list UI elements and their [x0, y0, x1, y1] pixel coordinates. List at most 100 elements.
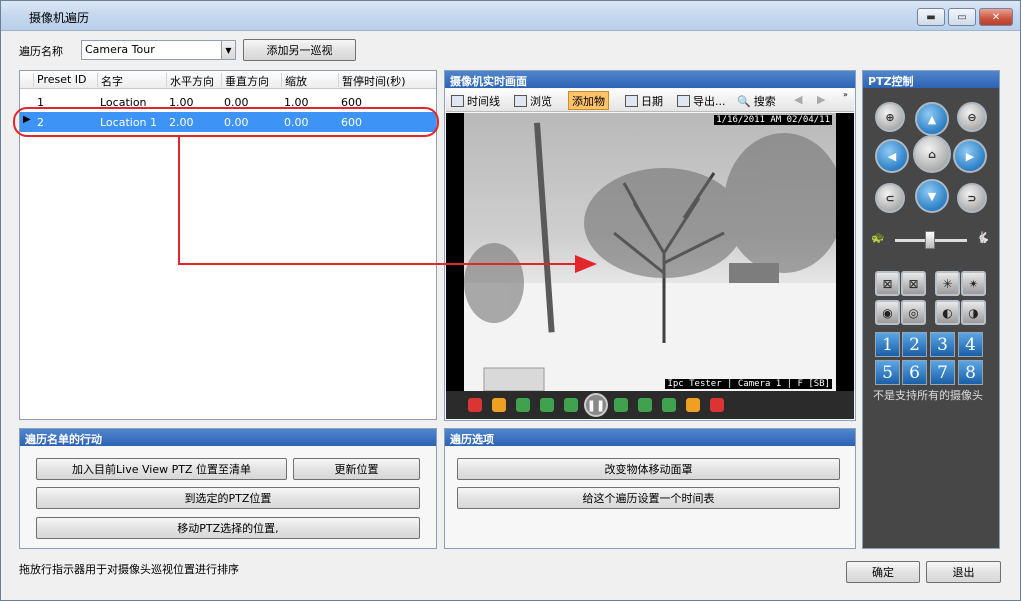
prev-bookmark-icon[interactable] — [492, 398, 506, 412]
calendar-icon — [625, 95, 638, 107]
turtle-slow-icon: 🐢 — [871, 231, 885, 244]
step-back-icon[interactable] — [564, 398, 578, 412]
window-title: 摄像机遍历 — [29, 11, 90, 25]
minimize-button[interactable]: ▬ — [917, 8, 945, 26]
tour-name-label: 遍历名称 — [19, 45, 63, 58]
focus-near-icon[interactable]: ⊠ — [875, 271, 900, 296]
chevron-down-icon[interactable]: ▼ — [221, 41, 235, 59]
tree-silhouette-icon — [464, 122, 844, 392]
tour-name-select[interactable]: Camera Tour ▼ — [81, 40, 236, 60]
zoom-in-icon[interactable]: ⊕ — [875, 102, 905, 132]
exit-button[interactable]: 退出 — [926, 561, 1001, 583]
browse-icon — [514, 95, 527, 107]
add-object-button[interactable]: 添加物 — [568, 91, 609, 110]
col-pause[interactable]: 暂停时间(秒) — [338, 73, 406, 88]
home-icon[interactable]: ⌂ — [913, 135, 951, 173]
brightness-up-icon[interactable]: ◐ — [935, 300, 960, 325]
camera-video[interactable]: 1/16/2011 AM 02/04/11 Ipc Tester | Camer… — [446, 113, 854, 392]
date-label: 日期 — [641, 95, 663, 108]
browse-label: 浏览 — [530, 95, 552, 108]
preset-4-button[interactable]: 4 — [958, 332, 983, 357]
arrow-down-icon[interactable]: ▼ — [915, 179, 949, 213]
ptz-panel: PTZ控制 ⊕ ▲ ⊖ ◀ ⌂ ▶ ⊂ ▼ ⊃ 🐢 🐇 ⊠ ⊠ ✳ ✴ ◉ ◎ … — [862, 70, 1000, 549]
goto-ptz-position-button[interactable]: 到选定的PTZ位置 — [36, 487, 420, 509]
timeline-icon — [451, 95, 464, 107]
add-tour-button[interactable]: 添加另一巡视 — [243, 39, 356, 61]
lock-icon[interactable]: ⊃ — [957, 183, 987, 213]
zoom-out-icon[interactable]: ⊖ — [957, 102, 987, 132]
ptz-note: 不是支持所有的摄像头 — [873, 389, 983, 402]
drag-hint-text: 拖放行指示器用于对摄像头巡视位置进行排序 — [19, 563, 239, 576]
move-ptz-position-button[interactable]: 移动PTZ选择的位置, — [36, 517, 420, 539]
tour-name-value: Camera Tour — [85, 43, 155, 56]
arrow-right-icon[interactable]: ▶ — [953, 139, 987, 173]
motion-mask-button[interactable]: 改变物体移动面罩 — [457, 458, 840, 480]
timeline-label: 时间线 — [467, 95, 500, 108]
search-button[interactable]: 🔍 搜索 — [737, 93, 776, 109]
maximize-button[interactable]: ▭ — [948, 8, 976, 26]
video-camera-label: Ipc Tester | Camera 1 | F [SB] — [665, 379, 832, 389]
preset-1-button[interactable]: 1 — [875, 332, 900, 357]
ok-button[interactable]: 确定 — [846, 561, 920, 583]
skip-back-icon[interactable] — [516, 398, 530, 412]
autofocus-icon[interactable]: ◉ — [875, 300, 900, 325]
search-label: 搜索 — [753, 95, 776, 108]
forward-arrow-icon[interactable]: ▶ — [817, 93, 825, 106]
preset-7-button[interactable]: 7 — [930, 360, 955, 385]
preset-5-button[interactable]: 5 — [875, 360, 900, 385]
arrow-left-icon[interactable]: ◀ — [875, 139, 909, 173]
tour-actions-title: 遍历名单的行动 — [20, 429, 436, 446]
col-zoom[interactable]: 缩放 — [281, 73, 307, 88]
preset-2-button[interactable]: 2 — [902, 332, 927, 357]
focus-far-icon[interactable]: ⊠ — [901, 271, 926, 296]
brightness-down-icon[interactable]: ◑ — [961, 300, 986, 325]
focus-icon[interactable]: ◎ — [901, 300, 926, 325]
preset-8-button[interactable]: 8 — [958, 360, 983, 385]
highlight-annotation — [13, 107, 439, 137]
live-view-title: 摄像机实时画面 — [445, 71, 855, 88]
close-button[interactable]: ✕ — [979, 8, 1013, 26]
speed-slider-handle[interactable] — [925, 231, 935, 249]
arrow-up-icon[interactable]: ▲ — [915, 102, 949, 136]
lock-open-icon[interactable]: ⊂ — [875, 183, 905, 213]
live-icon[interactable] — [710, 398, 724, 412]
export-label: 导出... — [693, 95, 726, 108]
date-button[interactable]: 日期 — [625, 93, 663, 109]
stop-icon[interactable] — [468, 398, 482, 412]
rewind-icon[interactable] — [540, 398, 554, 412]
update-position-button[interactable]: 更新位置 — [293, 458, 420, 480]
iris-close-icon[interactable]: ✴ — [961, 271, 986, 296]
step-forward-icon[interactable] — [614, 398, 628, 412]
back-arrow-icon[interactable]: ◀ — [794, 93, 802, 106]
search-icon: 🔍 — [737, 94, 751, 108]
next-bookmark-icon[interactable] — [686, 398, 700, 412]
schedule-button[interactable]: 给这个遍历设置一个时间表 — [457, 487, 840, 509]
annotation-line-horizontal — [178, 263, 576, 265]
grid-header: Preset ID 名字 水平方向 垂直方向 缩放 暂停时间(秒) — [20, 71, 436, 89]
skip-forward-icon[interactable] — [662, 398, 676, 412]
ptz-title: PTZ控制 — [863, 71, 999, 88]
pause-icon[interactable]: ❚❚ — [584, 393, 608, 417]
toolbar-overflow-icon[interactable]: » — [843, 90, 848, 99]
browse-button[interactable]: 浏览 — [514, 93, 552, 109]
tour-window: 摄像机遍历 ▬ ▭ ✕ 遍历名称 Camera Tour ▼ 添加另一巡视 Pr… — [0, 0, 1021, 601]
annotation-arrow-icon — [575, 255, 597, 273]
playback-bar: ❚❚ — [446, 391, 854, 419]
iris-open-icon[interactable]: ✳ — [935, 271, 960, 296]
export-button[interactable]: 导出... — [677, 93, 726, 109]
add-current-position-button[interactable]: 加入目前Live View PTZ 位置至清单 — [36, 458, 287, 480]
snow-scene-image: 1/16/2011 AM 02/04/11 Ipc Tester | Camer… — [464, 113, 844, 392]
save-icon — [677, 95, 690, 107]
video-timestamp: 1/16/2011 AM 02/04/11 — [714, 115, 832, 125]
preset-6-button[interactable]: 6 — [902, 360, 927, 385]
tour-options-title: 遍历选项 — [445, 429, 855, 446]
fast-forward-icon[interactable] — [638, 398, 652, 412]
col-tilt[interactable]: 垂直方向 — [221, 73, 269, 88]
add-object-label: 添加物 — [572, 94, 605, 108]
col-preset-id[interactable]: Preset ID — [33, 73, 87, 87]
timeline-button[interactable]: 时间线 — [451, 93, 500, 109]
preset-3-button[interactable]: 3 — [930, 332, 955, 357]
live-toolbar: 时间线 浏览 添加物 日期 导出... 🔍 搜索 ◀ ▶ » — [446, 89, 854, 112]
col-name[interactable]: 名字 — [97, 73, 123, 88]
col-pan[interactable]: 水平方向 — [166, 73, 214, 88]
